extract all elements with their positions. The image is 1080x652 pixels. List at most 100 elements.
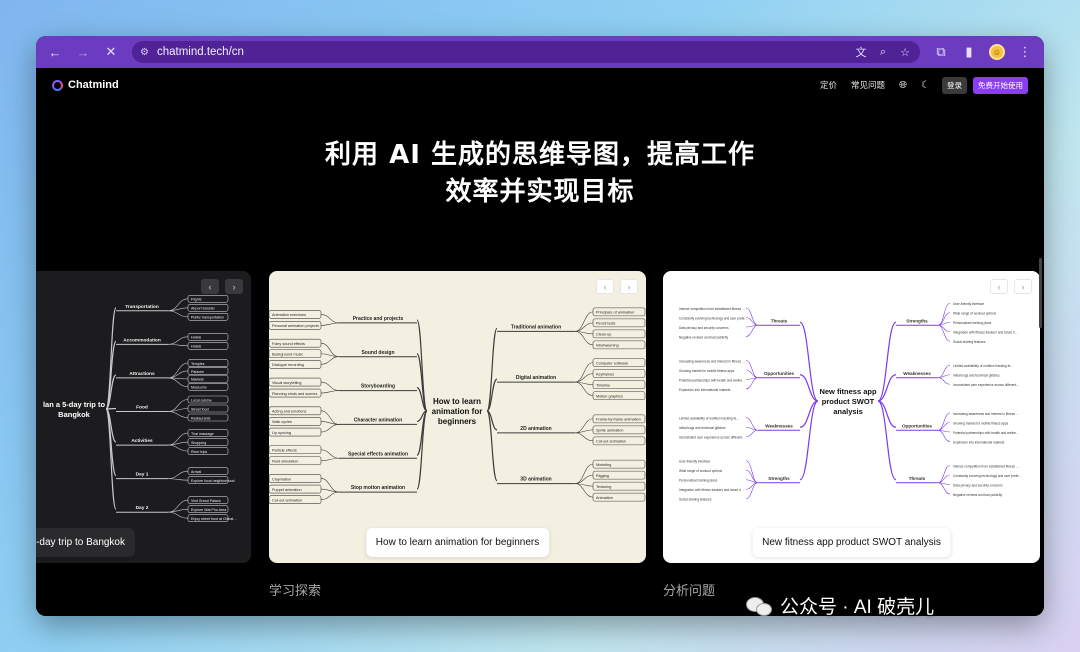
profile-avatar[interactable]: ☺ [986, 41, 1008, 63]
back-arrow-icon[interactable]: ← [44, 41, 66, 63]
watermark-text: 公众号 · AI 破壳儿 [780, 597, 935, 618]
prev-arrow-icon[interactable]: ‹ [990, 279, 1008, 294]
branch-connector [416, 410, 428, 490]
branch-label: Accommodation [123, 337, 161, 343]
leaf-connector [745, 307, 759, 326]
leaf-connector [320, 356, 340, 365]
leaf-connector [320, 478, 340, 493]
leaf-label: Limited availability of nutrition tracki… [679, 417, 739, 421]
login-button[interactable]: 登录 [942, 76, 967, 94]
zoom-icon[interactable]: ⌕ [876, 46, 890, 59]
next-arrow-icon[interactable]: › [1014, 279, 1032, 294]
center-node-text: animation for [432, 407, 483, 416]
leaf-connector [574, 381, 594, 396]
side-panel-icon[interactable]: ▮ [958, 41, 980, 63]
moon-icon[interactable]: ☾ [921, 80, 930, 91]
browser-toolbar: ← → ✕ ⚙ chatmind.tech/cn 文 ⌕ ☆ ⧉ ▮ ☺ ⋮ [36, 36, 1044, 68]
leaf-connector [167, 344, 189, 347]
mindmap-card-bangkok[interactable]: lan a 5-day trip to Bangkok Transportation… [36, 271, 251, 563]
extensions-icon[interactable]: ⧉ [930, 41, 952, 63]
center-node-text: lan a 5-day trip to [43, 400, 106, 409]
brand-name: Chatmind [68, 79, 119, 91]
leaf-label: Personalized training plans [953, 321, 992, 325]
branch-label: Traditional animation [511, 324, 561, 330]
leaf-label: Growing market for mobile fitness apps [953, 421, 1009, 425]
bookmark-star-icon[interactable]: ☆ [898, 46, 912, 59]
brand-logo[interactable]: Chatmind [52, 79, 119, 91]
mindmap-card-swot[interactable]: New fitness app product SWOT analysis Threa… [663, 271, 1040, 563]
globe-icon[interactable]: 🌐︎ [899, 80, 907, 91]
leaf-label: Modeling [596, 463, 611, 467]
site-settings-icon[interactable]: ⚙ [140, 47, 149, 58]
leaf-connector [167, 370, 189, 379]
leaf-connector [320, 322, 340, 326]
next-arrow-icon[interactable]: › [620, 279, 638, 294]
leaf-label: Public transportation [191, 316, 224, 320]
nav-pricing-link[interactable]: 定价 [820, 79, 837, 91]
leaf-label: Social sharing features [953, 340, 986, 344]
card-caption[interactable]: New fitness app product SWOT analysis [752, 528, 951, 557]
address-bar[interactable]: ⚙ chatmind.tech/cn 文 ⌕ ☆ [132, 41, 920, 63]
translate-icon[interactable]: 文 [854, 44, 868, 60]
leaf-connector [745, 360, 759, 379]
branch-label: Special effects animation [348, 451, 408, 457]
stop-loading-icon[interactable]: ✕ [100, 41, 122, 63]
leaf-label: Computer software [596, 361, 628, 365]
prev-arrow-icon[interactable]: ‹ [596, 279, 614, 294]
leaf-label: Airport transfer [191, 307, 216, 311]
leaf-label: Temples [191, 362, 205, 366]
nav-faq-link[interactable]: 常见问题 [851, 79, 885, 91]
branch-label: Threats [771, 318, 788, 323]
leaf-connector [574, 311, 594, 332]
leaf-connector [320, 390, 340, 394]
leaf-connector [320, 410, 340, 425]
url-text: chatmind.tech/cn [156, 46, 244, 58]
branch-label: Activities [131, 438, 153, 444]
leaf-label: Cut-out animation [596, 440, 626, 444]
leaf-connector [167, 377, 189, 388]
wechat-icon [746, 595, 774, 617]
leaf-label: Foley sound effects [272, 342, 305, 346]
leaf-connector [937, 465, 951, 484]
leaf-label: Sprite animation [596, 429, 623, 433]
card-caption[interactable]: How to learn animation for beginners [365, 528, 550, 557]
leaf-label: Personal animation projects [272, 324, 319, 328]
leaf-label: Markets [191, 378, 204, 382]
card-caption[interactable]: -day trip to Bangkok [36, 528, 135, 557]
leaf-label: Visit Grand Palace [191, 499, 221, 503]
leaf-connector [745, 417, 759, 431]
leaf-label: Flights [191, 298, 202, 302]
branch-label: Transportation [125, 304, 159, 310]
leaf-label: Intense competition from established fit… [953, 464, 1019, 468]
leaf-label: Shopping [191, 441, 206, 445]
prev-arrow-icon[interactable]: ‹ [201, 279, 219, 294]
mindmap-card-animation[interactable]: How to learn animation for beginners Practi… [269, 271, 646, 563]
leaf-label: Hotels [191, 345, 201, 349]
leaf-label: Wide range of workout options [953, 312, 996, 316]
next-arrow-icon[interactable]: › [225, 279, 243, 294]
leaf-label: Lip syncing [272, 431, 291, 435]
leaf-connector [320, 449, 340, 459]
leaf-label: Dialogue recording [272, 363, 304, 367]
center-node-text: How to learn [433, 397, 481, 406]
section-label-analyze: 分析问题 [663, 583, 716, 598]
leaf-label: Potential partnerships with health and w… [953, 431, 1019, 435]
leaf-label: Pencil tests [596, 322, 616, 326]
leaf-label: Integration with fitness trackers and sm… [953, 331, 1018, 335]
leaf-label: Increasing awareness and interest in fit… [953, 412, 1019, 416]
leaf-label: Negative reviews and bad publicity [953, 493, 1002, 497]
leaf-connector [937, 302, 951, 326]
leaf-connector [937, 412, 951, 431]
leaf-connector [574, 362, 594, 383]
page-scrollbar[interactable] [1039, 258, 1042, 328]
leaf-label: Particle effects [272, 449, 297, 453]
leaf-connector [167, 470, 189, 479]
leaf-label: Walk cycles [272, 420, 292, 424]
kebab-menu-icon[interactable]: ⋮ [1014, 41, 1036, 63]
leaf-label: Enjoy street food at Chinat… [191, 517, 237, 521]
leaf-label: User-friendly interface [679, 460, 710, 464]
mindmap-bangkok: lan a 5-day trip toBangkok Transportation… [43, 294, 237, 523]
free-trial-button[interactable]: 免费开始使用 [973, 76, 1028, 94]
forward-arrow-icon[interactable]: → [72, 41, 94, 63]
leaf-label: Expansion into international markets [679, 388, 731, 392]
